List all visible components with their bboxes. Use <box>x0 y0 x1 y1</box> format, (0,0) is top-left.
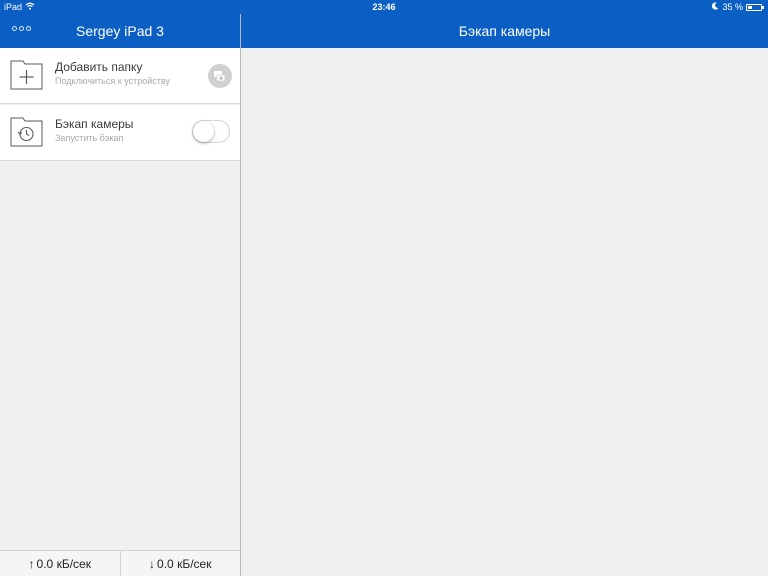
main-content <box>241 48 768 576</box>
main-header: Бэкап камеры <box>241 14 768 48</box>
sidebar: Sergey iPad 3 Добавить папку Подключитьс… <box>0 14 240 576</box>
status-right: 35 % <box>711 2 764 12</box>
camera-backup-sublabel: Запустить бэкап <box>55 133 124 143</box>
camera-backup-toggle[interactable] <box>192 120 230 143</box>
upload-speed-value: 0.0 кБ/сек <box>36 556 91 571</box>
download-speed: ↓ 0.0 кБ/сек <box>119 551 241 576</box>
page-title: Бэкап камеры <box>458 23 551 39</box>
folder-add-icon <box>10 60 43 90</box>
list-item-add-folder[interactable]: Добавить папку Подключиться к устройству <box>0 48 240 104</box>
clock: 23:46 <box>372 2 396 12</box>
add-folder-sublabel: Подключиться к устройству <box>55 76 170 86</box>
device-title: Sergey iPad 3 <box>76 23 164 39</box>
camera-backup-icon <box>10 117 43 147</box>
toggle-knob <box>193 121 214 142</box>
battery-icon <box>746 3 764 11</box>
connect-device-button[interactable] <box>208 64 232 88</box>
battery-percent: 35 % <box>722 2 743 12</box>
arrow-up-icon: ↑ <box>28 556 35 571</box>
battery-level <box>748 5 753 9</box>
arrow-down-icon: ↓ <box>149 556 156 571</box>
list-item-camera-backup[interactable]: Бэкап камеры Запустить бэкап <box>0 105 240 161</box>
add-folder-label: Добавить папку <box>55 60 143 74</box>
moon-icon <box>711 2 719 12</box>
transfer-speed-footer: ↑ 0.0 кБ/сек ↓ 0.0 кБ/сек <box>0 550 240 576</box>
status-bar: iPad 23:46 35 % <box>0 0 768 14</box>
connect-device-icon <box>214 71 226 82</box>
camera-backup-label: Бэкап камеры <box>55 117 134 131</box>
download-speed-value: 0.0 кБ/сек <box>157 556 212 571</box>
upload-speed: ↑ 0.0 кБ/сек <box>0 551 120 576</box>
sidebar-header: Sergey iPad 3 <box>0 14 240 48</box>
